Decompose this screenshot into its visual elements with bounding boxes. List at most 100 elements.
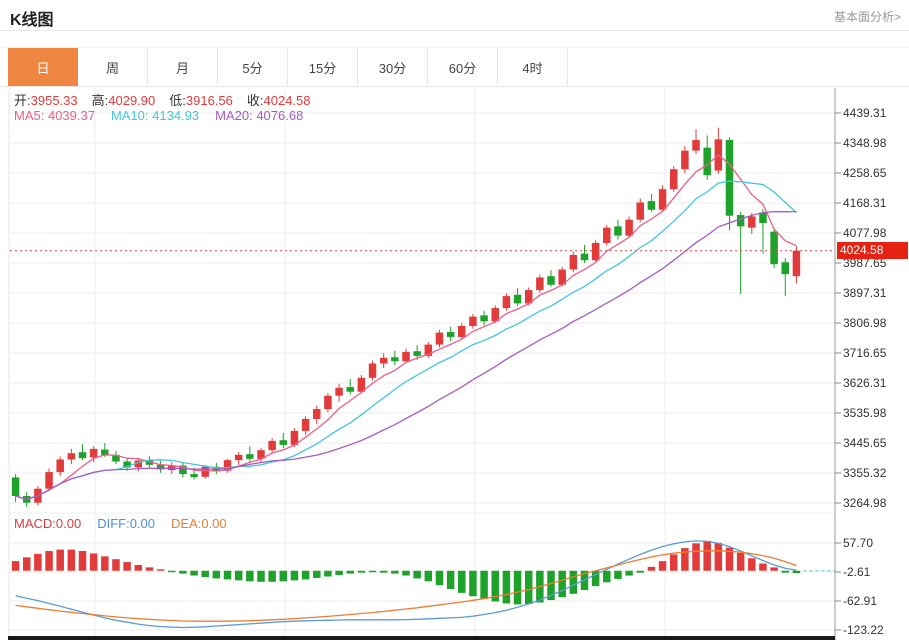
current-price-tag: 4024.58: [837, 242, 908, 259]
macd-bar: [379, 570, 388, 573]
macd-bar: [658, 561, 667, 571]
candle: [190, 474, 198, 478]
macd-bar: [636, 570, 645, 573]
chart-borders: [8, 88, 836, 640]
macd-bar: [703, 540, 711, 571]
candle: [547, 276, 555, 285]
price-axis-label: 4439.31: [843, 106, 887, 120]
price-axis-label: 3264.98: [843, 496, 887, 510]
candle: [658, 189, 667, 210]
candle: [279, 440, 288, 445]
close-label: 收:: [246, 93, 264, 108]
ma-legend: MA5: 4039.37 MA10: 4134.93 MA20: 4076.68: [14, 108, 319, 123]
macd-bar: [714, 542, 723, 571]
macd-bar: [268, 570, 276, 582]
ma10-line: [15, 180, 797, 500]
candle: [536, 277, 544, 291]
candle: [725, 140, 734, 216]
macd-bar: [368, 570, 377, 573]
candle: [580, 253, 589, 261]
high-value: 4029.90: [108, 93, 156, 108]
macd-bar: [669, 554, 678, 571]
candle: [101, 449, 109, 455]
page-title: K线图: [10, 12, 54, 29]
macd-value-label: MACD:0.00: [14, 516, 82, 531]
macd-bar: [458, 570, 466, 593]
candle: [78, 452, 87, 459]
ma5-line: [15, 154, 797, 500]
macd-bar: [647, 566, 656, 571]
tab-月[interactable]: 月: [148, 48, 218, 86]
macd-bar: [324, 570, 332, 577]
candle: [234, 454, 243, 461]
macd-bar: [190, 570, 198, 576]
macd-bar: [335, 570, 343, 576]
candle: [458, 325, 466, 337]
dea-line: [15, 550, 797, 622]
candles-layer: [11, 127, 801, 508]
macd-bar: [156, 569, 165, 571]
tab-5分[interactable]: 5分: [218, 48, 288, 86]
price-axis-labels: 4439.314348.984258.654168.314077.983987.…: [835, 106, 887, 510]
price-axis-label: 4168.31: [843, 196, 887, 210]
candle: [446, 331, 455, 337]
macd-bar: [502, 570, 511, 604]
candle: [268, 440, 276, 451]
price-axis-label: 3355.32: [843, 466, 887, 480]
macd-bar: [67, 549, 76, 571]
macd-bar: [313, 570, 321, 578]
zoom-scrollbar[interactable]: [8, 636, 835, 640]
macd-bar: [201, 570, 209, 577]
candle: [301, 418, 310, 431]
candle: [614, 226, 622, 236]
macd-bar: [424, 570, 433, 582]
tab-30分[interactable]: 30分: [358, 48, 428, 86]
close-value: 4024.58: [263, 93, 311, 108]
candle: [368, 363, 377, 378]
macd-bar: [603, 570, 611, 583]
bottom-scrollbar: [8, 636, 835, 640]
tab-60分[interactable]: 60分: [428, 48, 498, 86]
price-axis-label: 3445.65: [843, 436, 887, 450]
candle: [391, 357, 399, 362]
candle: [781, 262, 790, 275]
candle: [502, 296, 511, 309]
tab-4时[interactable]: 4时: [498, 48, 568, 86]
ma5-legend: MA5: 4039.37: [14, 108, 95, 123]
fundamental-analysis-link[interactable]: 基本面分析>: [834, 8, 901, 25]
candle: [703, 147, 711, 176]
tab-日[interactable]: 日: [8, 48, 78, 86]
candle: [67, 453, 76, 460]
tab-周[interactable]: 周: [78, 48, 148, 86]
diff-line: [15, 540, 797, 629]
chart-region: 4439.31 4348.98 4258.65 4168.31 4077.98 3987.…: [0, 88, 909, 643]
price-axis-label: 4077.98: [843, 226, 887, 240]
macd-bar: [748, 558, 756, 571]
macd-axis-label: -123.22: [843, 623, 884, 637]
candle: [56, 459, 64, 473]
low-label: 低:: [169, 93, 186, 108]
candle: [513, 294, 522, 304]
macd-bar: [781, 570, 790, 573]
candle: [45, 472, 53, 489]
tab-15分[interactable]: 15分: [288, 48, 358, 86]
candle: [792, 250, 801, 277]
candle: [201, 466, 209, 477]
macd-bar: [435, 570, 444, 586]
macd-bar: [301, 570, 310, 580]
candle: [435, 332, 444, 345]
candle: [759, 212, 767, 224]
title-divider: [0, 30, 909, 31]
candle: [603, 227, 611, 243]
candle: [379, 357, 388, 364]
macd-axis-label: 57.70: [843, 536, 873, 550]
macd-bar: [78, 551, 87, 571]
macd-bar: [792, 570, 801, 574]
macd-bar: [524, 570, 533, 604]
macd-bar: [736, 552, 745, 571]
candle: [736, 215, 745, 227]
macd-bar: [357, 570, 366, 573]
macd-bar: [770, 567, 778, 571]
macd-bar: [34, 553, 42, 571]
macd-bar: [145, 567, 154, 571]
